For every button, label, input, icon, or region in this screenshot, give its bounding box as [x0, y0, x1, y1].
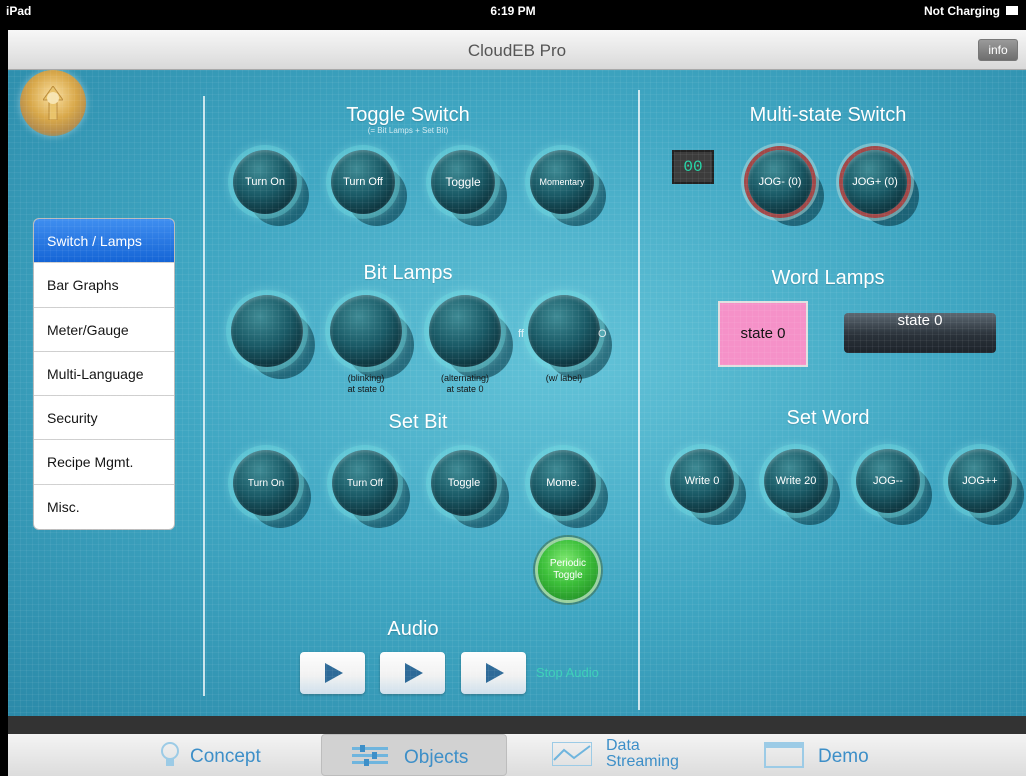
bit-lamps-title: Bit Lamps: [363, 262, 453, 284]
status-bar: iPad 6:19 PM Not Charging: [0, 0, 1026, 22]
window-icon: [764, 742, 804, 768]
menu-item-misc[interactable]: Misc.: [34, 485, 174, 529]
divider-right: [638, 90, 640, 710]
toggle-turn-off-button[interactable]: Turn Off: [331, 150, 395, 214]
divider-left: [203, 96, 205, 696]
lightbulb-icon: [161, 742, 179, 766]
tab-objects[interactable]: Objects: [321, 734, 507, 776]
home-button[interactable]: [20, 70, 86, 136]
set-word-title: Set Word: [786, 407, 870, 429]
multi-state-value-display: 00: [672, 150, 714, 184]
toggle-turn-on-button[interactable]: Turn On: [233, 150, 297, 214]
bit-lamp-label-on: O: [598, 328, 607, 340]
clock: 6:19 PM: [490, 4, 536, 18]
toggle-switch-title: Toggle Switch: [346, 104, 470, 126]
jog-plus-plus-button[interactable]: JOG++: [948, 449, 1012, 513]
periodic-toggle-button[interactable]: Periodic Toggle: [538, 540, 598, 600]
bit-lamp-alternating: [429, 295, 501, 367]
play-icon: [325, 663, 343, 683]
jog-plus-button[interactable]: JOG+ (0): [843, 150, 907, 214]
charging-status: Not Charging: [924, 4, 1000, 18]
tab-data-streaming[interactable]: Data Streaming: [548, 734, 688, 776]
up-arrow-icon: [43, 86, 63, 120]
play-icon: [405, 663, 423, 683]
chart-icon: [552, 742, 592, 766]
setbit-turn-off-button[interactable]: Turn Off: [332, 450, 398, 516]
tab-demo-label: Demo: [818, 746, 869, 767]
bit-lamp-label-off: ff: [518, 328, 524, 340]
tab-concept[interactable]: Concept: [158, 734, 288, 776]
word-lamp-dark: state 0: [844, 313, 996, 353]
menu-item-security[interactable]: Security: [34, 396, 174, 441]
menu-item-bar-graphs[interactable]: Bar Graphs: [34, 263, 174, 308]
tab-bar-separator: [8, 716, 1026, 734]
toggle-momentary-button[interactable]: Momentary: [530, 150, 594, 214]
nav-bar: CloudEB Pro info: [8, 30, 1026, 70]
stop-audio-link[interactable]: Stop Audio: [536, 665, 599, 680]
jog-minus-minus-button[interactable]: JOG--: [856, 449, 920, 513]
audio-title: Audio: [387, 618, 439, 640]
setbit-turn-on-button[interactable]: Turn On: [233, 450, 299, 516]
bit-lamp-with-label: [528, 295, 600, 367]
multi-state-title: Multi-state Switch: [749, 104, 907, 126]
write-0-button[interactable]: Write 0: [670, 449, 734, 513]
write-20-button[interactable]: Write 20: [764, 449, 828, 513]
toggle-toggle-button[interactable]: Toggle: [431, 150, 495, 214]
menu-item-multi-language[interactable]: Multi-Language: [34, 352, 174, 397]
audio-play-button-3[interactable]: [461, 652, 526, 694]
tab-demo[interactable]: Demo: [760, 734, 890, 776]
tab-streaming-label: Streaming: [606, 753, 679, 770]
setbit-momentary-button[interactable]: Mome.: [530, 450, 596, 516]
word-lamps-title: Word Lamps: [771, 267, 885, 289]
toggle-switch-subtitle: (= Bit Lamps + Set Bit): [367, 126, 449, 135]
tab-concept-label: Concept: [190, 746, 261, 767]
jog-minus-button[interactable]: JOG- (0): [748, 150, 812, 214]
menu-item-meter-gauge[interactable]: Meter/Gauge: [34, 308, 174, 352]
audio-play-button-2[interactable]: [380, 652, 445, 694]
sliders-icon: [352, 745, 388, 766]
tab-data-label: Data: [606, 737, 640, 754]
battery-icon: [1006, 6, 1018, 15]
bit-lamp-caption-alternating: (alternating) at state 0: [440, 373, 490, 394]
info-button[interactable]: info: [978, 39, 1018, 61]
menu-item-switch-lamps[interactable]: Switch / Lamps: [34, 219, 174, 264]
play-icon: [486, 663, 504, 683]
bit-lamp-blinking: [330, 295, 402, 367]
audio-play-button-1[interactable]: [300, 652, 365, 694]
bit-lamp-caption-with-label: (w/ label): [545, 373, 583, 383]
tab-bar: Concept Objects Data Streaming Demo: [8, 734, 1026, 776]
side-menu: Switch / Lamps Bar Graphs Meter/Gauge Mu…: [33, 218, 175, 531]
set-bit-title: Set Bit: [388, 411, 448, 433]
setbit-toggle-button[interactable]: Toggle: [431, 450, 497, 516]
tab-objects-label: Objects: [404, 747, 469, 768]
menu-item-recipe-mgmt[interactable]: Recipe Mgmt.: [34, 440, 174, 485]
bit-lamp-caption-blinking: (blinking) at state 0: [347, 373, 385, 394]
word-lamp-pink: state 0: [718, 301, 808, 367]
bit-lamp-1: [231, 295, 303, 367]
main-panel: Switch / Lamps Bar Graphs Meter/Gauge Mu…: [8, 70, 1026, 716]
page-title: CloudEB Pro: [467, 41, 567, 60]
